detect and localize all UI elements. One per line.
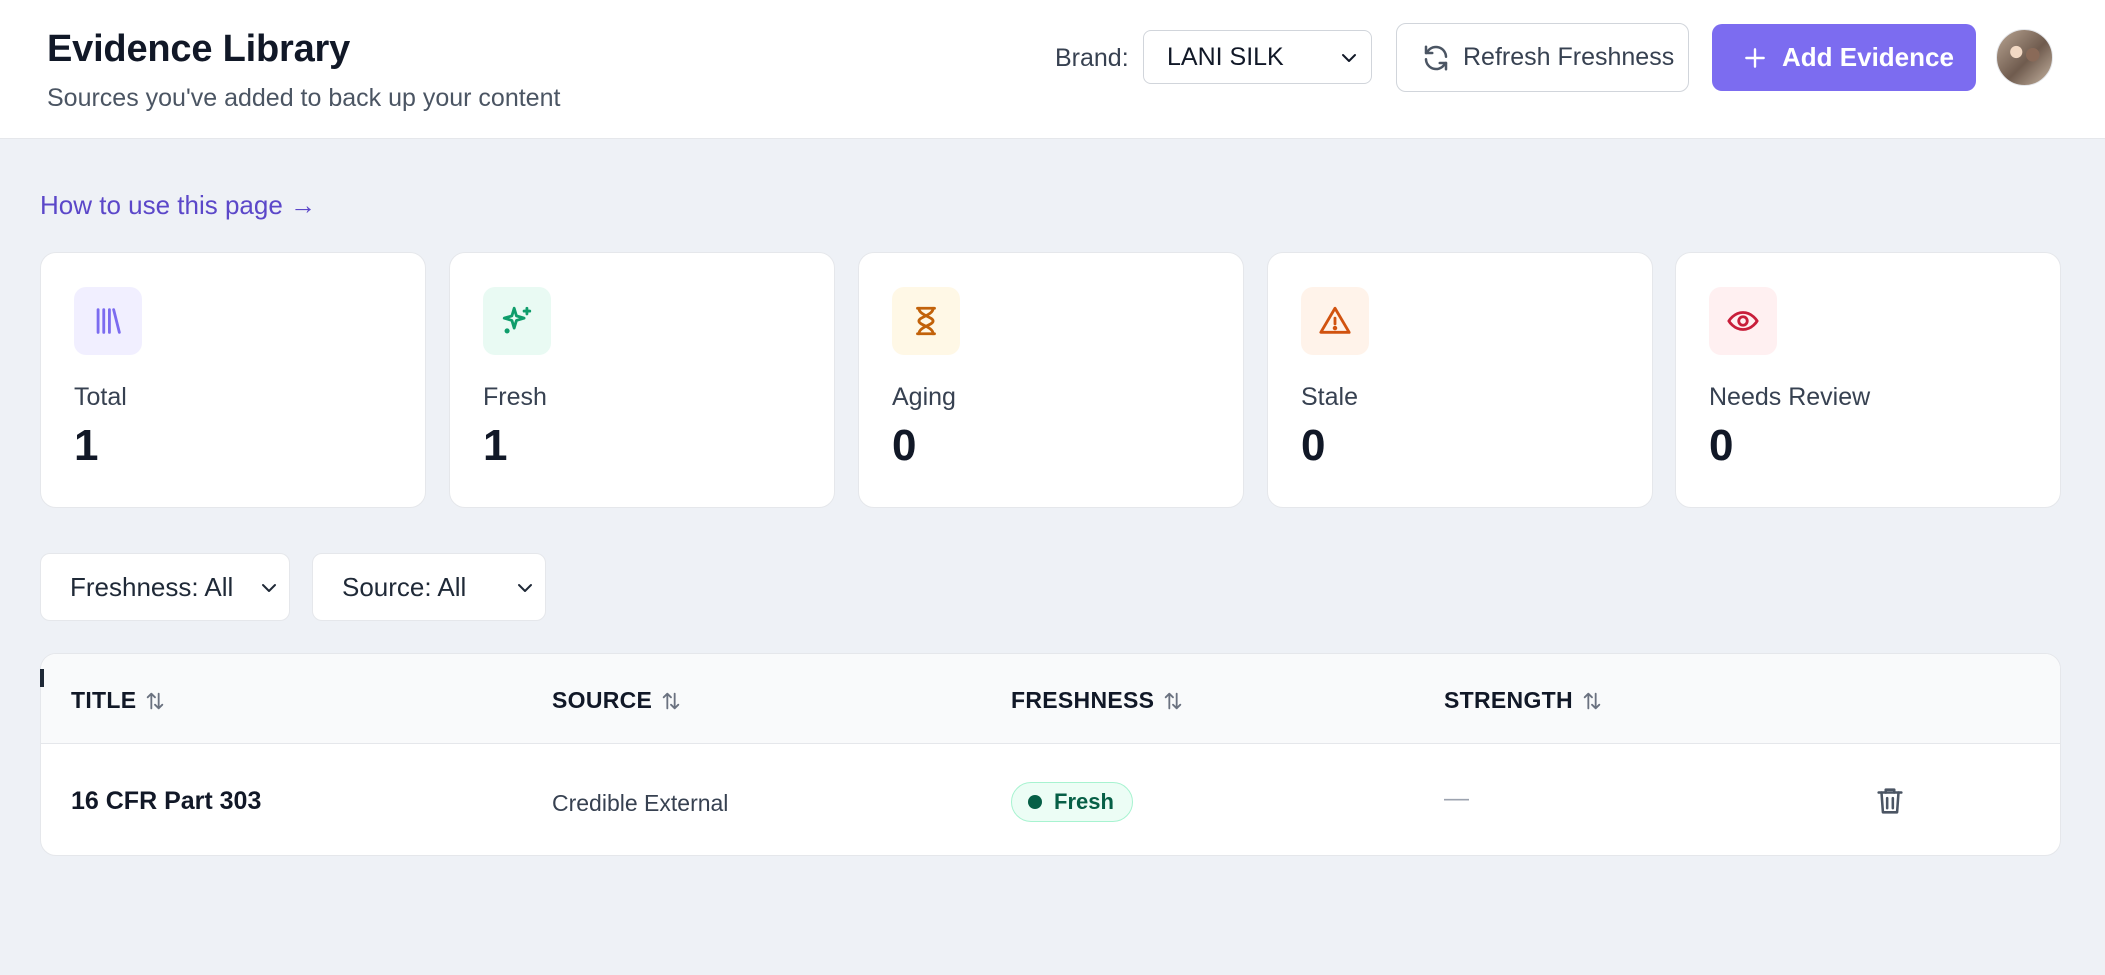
stat-value: 0 (1709, 421, 1734, 470)
column-header-label: TITLE (71, 687, 137, 713)
warning-icon (1301, 287, 1369, 355)
brand-select-value: LANI SILK (1167, 42, 1284, 71)
stat-card-stale: Stale 0 (1267, 252, 1653, 508)
freshness-filter[interactable]: Freshness: All (40, 553, 290, 621)
stat-card-total: Total 1 (40, 252, 426, 508)
sort-icon (662, 692, 680, 709)
stat-label: Aging (892, 383, 956, 411)
stat-label: Needs Review (1709, 383, 1871, 411)
chevron-down-icon (518, 584, 532, 592)
page-header: Evidence Library Sources you've added to… (0, 0, 2105, 139)
stat-value: 0 (1301, 421, 1326, 470)
chevron-down-icon (1342, 54, 1356, 62)
trash-icon[interactable] (1873, 784, 1907, 818)
column-header-source[interactable]: SOURCE (552, 687, 682, 714)
stat-card-needs-review: Needs Review 0 (1675, 252, 2061, 508)
row-marker (40, 669, 44, 687)
sort-icon (147, 692, 164, 709)
freshness-badge: Fresh (1011, 782, 1133, 822)
refresh-freshness-button[interactable]: Refresh Freshness (1396, 23, 1689, 92)
brand-label: Brand: (1055, 44, 1129, 72)
hourglass-icon (892, 287, 960, 355)
status-dot (1028, 795, 1042, 809)
stat-value: 0 (892, 421, 917, 470)
evidence-source: Credible External (552, 790, 729, 816)
column-header-title[interactable]: TITLE (71, 687, 166, 714)
evidence-strength: — (1444, 784, 1469, 812)
sort-icon (1583, 692, 1601, 709)
eye-icon (1709, 287, 1777, 355)
how-to-use-link[interactable]: How to use this page → (40, 190, 316, 221)
column-header-label: FRESHNESS (1011, 687, 1155, 713)
library-icon (74, 287, 142, 355)
sparkles-icon (483, 287, 551, 355)
add-evidence-label: Add Evidence (1782, 42, 1954, 72)
column-header-strength[interactable]: STRENGTH (1444, 687, 1603, 714)
column-header-label: SOURCE (552, 687, 653, 713)
stat-card-fresh: Fresh 1 (449, 252, 835, 508)
sort-icon (1165, 692, 1182, 709)
evidence-table: TITLE SOURCE FRESHNESS STRENGTH 16 CFR P… (40, 653, 2061, 856)
source-filter[interactable]: Source: All (312, 553, 546, 621)
stat-label: Fresh (483, 383, 547, 411)
page-subtitle: Sources you've added to back up your con… (47, 84, 561, 112)
table-header: TITLE SOURCE FRESHNESS STRENGTH (41, 654, 2060, 744)
evidence-title: 16 CFR Part 303 (71, 787, 262, 815)
page-title: Evidence Library (47, 28, 351, 70)
column-header-freshness[interactable]: FRESHNESS (1011, 687, 1184, 714)
chevron-down-icon (262, 584, 276, 592)
stat-value: 1 (483, 421, 508, 470)
brand-select[interactable]: LANI SILK (1143, 30, 1372, 84)
source-filter-value: Source: All (342, 571, 467, 602)
stat-label: Stale (1301, 383, 1358, 411)
add-evidence-button[interactable]: Add Evidence (1712, 24, 1976, 91)
avatar[interactable] (1996, 29, 2053, 86)
column-header-label: STRENGTH (1444, 687, 1573, 713)
stat-value: 1 (74, 421, 99, 470)
freshness-badge-label: Fresh (1054, 789, 1114, 814)
refresh-icon (1424, 45, 1448, 70)
freshness-filter-value: Freshness: All (70, 571, 234, 602)
stat-label: Total (74, 383, 127, 411)
plus-icon (1745, 47, 1765, 68)
refresh-freshness-label: Refresh Freshness (1463, 43, 1675, 71)
stat-card-aging: Aging 0 (858, 252, 1244, 508)
